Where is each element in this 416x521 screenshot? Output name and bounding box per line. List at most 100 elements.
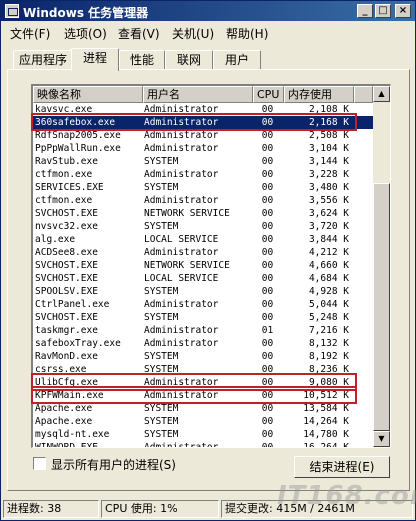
process-row[interactable]: SPOOLSV.EXE SYSTEM 00 4,928 K [33,285,373,298]
process-memory: 3,624 K [308,208,349,219]
title-bar[interactable]: Windows 任务管理器 _ □ × [1,1,415,21]
process-memory: 16,264 K [303,442,349,448]
process-rows: kavsvc.exe Administrator 00 2,108 K 360safeb… [33,103,373,448]
close-button[interactable]: × [395,4,411,18]
scroll-thumb[interactable] [373,183,390,431]
process-user: Administrator [144,442,219,448]
process-user: SYSTEM [144,312,179,323]
process-cpu: 00 [261,104,274,115]
process-memory: 2,108 K [308,104,349,115]
process-name: KPFWMain.exe [35,390,104,401]
process-row[interactable]: RdfSnap2005.exe Administrator 00 2,508 K [33,129,373,142]
menu-options[interactable]: 选项(O) [64,25,107,42]
process-cpu: 00 [261,351,274,362]
process-memory: 5,248 K [308,312,349,323]
process-cpu: 00 [261,169,274,180]
process-row[interactable]: Apache.exe SYSTEM 00 13,584 K [33,402,373,415]
process-row[interactable]: ACDSee8.exe Administrator 00 4,212 K [33,246,373,259]
process-user: Administrator [144,247,219,258]
process-cpu: 00 [261,416,274,427]
process-row[interactable]: RavStub.exe SYSTEM 00 3,144 K [33,155,373,168]
process-row[interactable]: SVCHOST.EXE NETWORK SERVICE 00 3,624 K [33,207,373,220]
process-user: LOCAL SERVICE [144,273,219,284]
process-user: Administrator [144,104,219,115]
process-name: Apache.exe [35,416,93,427]
process-user: Administrator [144,143,219,154]
process-row[interactable]: UlibCfg.exe Administrator 00 9,080 K [33,376,373,389]
process-memory: 3,720 K [308,221,349,232]
process-memory: 3,844 K [308,234,349,245]
process-user: SYSTEM [144,286,179,297]
process-name: taskmgr.exe [35,325,98,336]
process-memory: 8,192 K [308,351,349,362]
process-row[interactable]: ctfmon.exe Administrator 00 3,556 K [33,194,373,207]
process-row[interactable]: csrss.exe SYSTEM 00 8,236 K [33,363,373,376]
tab-performance[interactable]: 性能 [119,50,165,70]
menu-file[interactable]: 文件(F) [10,25,50,42]
process-memory: 3,228 K [308,169,349,180]
process-row[interactable]: alg.exe LOCAL SERVICE 00 3,844 K [33,233,373,246]
process-name: SVCHOST.EXE [35,208,98,219]
process-row[interactable]: RavMonD.exe SYSTEM 00 8,192 K [33,350,373,363]
process-row[interactable]: PpPpWallRun.exe Administrator 00 3,104 K [33,142,373,155]
process-row[interactable]: KPFWMain.exe Administrator 00 10,512 K [33,389,373,402]
show-all-users-checkbox[interactable] [33,457,46,470]
end-process-button[interactable]: 结束进程(E) [294,456,390,478]
process-user: SYSTEM [144,182,179,193]
process-user: Administrator [144,130,219,141]
process-row[interactable]: SVCHOST.EXE SYSTEM 00 5,248 K [33,311,373,324]
process-memory: 10,512 K [303,390,349,401]
column-cpu[interactable]: CPU [253,86,284,103]
process-cpu: 00 [261,182,274,193]
status-cpu-usage: CPU 使用: 1% [101,500,219,518]
column-user-name[interactable]: 用户名 [143,86,253,103]
process-cpu: 01 [261,325,274,336]
tab-users[interactable]: 用户 [213,50,261,70]
process-memory: 8,132 K [308,338,349,349]
menu-view[interactable]: 查看(V) [118,25,160,42]
process-list-header: 映像名称 用户名 CPU 内存使用 [33,86,373,103]
menu-shutdown[interactable]: 关机(U) [172,25,214,42]
maximize-button[interactable]: □ [375,4,391,18]
show-all-users-label[interactable]: 显示所有用户的进程(S) [51,456,176,473]
process-row[interactable]: mysqld-nt.exe SYSTEM 00 14,780 K [33,428,373,441]
process-memory: 3,556 K [308,195,349,206]
column-image-name[interactable]: 映像名称 [33,86,143,103]
process-name: SVCHOST.EXE [35,312,98,323]
scroll-up-arrow-icon[interactable]: ▲ [373,86,390,102]
process-user: SYSTEM [144,403,179,414]
process-cpu: 00 [261,286,274,297]
process-row[interactable]: SVCHOST.EXE NETWORK SERVICE 00 4,660 K [33,259,373,272]
process-row[interactable]: SERVICES.EXE SYSTEM 00 3,480 K [33,181,373,194]
process-row[interactable]: nvsvc32.exe SYSTEM 00 3,720 K [33,220,373,233]
process-row[interactable]: taskmgr.exe Administrator 01 7,216 K [33,324,373,337]
minimize-button[interactable]: _ [357,4,373,18]
process-list[interactable]: 映像名称 用户名 CPU 内存使用 kavsvc.exe Administrato… [31,84,391,448]
process-cpu: 00 [261,273,274,284]
process-row[interactable]: Apache.exe SYSTEM 00 14,264 K [33,415,373,428]
process-row[interactable]: safeboxTray.exe Administrator 00 8,132 K [33,337,373,350]
process-row[interactable]: ctfmon.exe Administrator 00 3,228 K [33,168,373,181]
process-cpu: 00 [261,117,274,128]
tab-networking[interactable]: 联网 [165,50,213,70]
scroll-down-arrow-icon[interactable]: ▼ [373,431,390,447]
process-memory: 2,508 K [308,130,349,141]
vertical-scrollbar[interactable]: ▲ ▼ [373,86,390,447]
window-title: Windows 任务管理器 [23,6,149,20]
process-row[interactable]: SVCHOST.EXE LOCAL SERVICE 00 4,684 K [33,272,373,285]
tab-processes[interactable]: 进程 [71,48,119,71]
process-memory: 3,480 K [308,182,349,193]
process-cpu: 00 [261,429,274,440]
process-cpu: 00 [261,143,274,154]
process-cpu: 00 [261,442,274,448]
process-user: NETWORK SERVICE [144,208,230,219]
tab-applications[interactable]: 应用程序 [13,50,73,70]
process-row[interactable]: kavsvc.exe Administrator 00 2,108 K [33,103,373,116]
process-row[interactable]: 360safebox.exe Administrator 00 2,168 K [33,116,373,129]
menu-help[interactable]: 帮助(H) [226,25,268,42]
process-row[interactable]: CtrlPanel.exe Administrator 00 5,044 K [33,298,373,311]
column-memory[interactable]: 内存使用 [284,86,354,103]
process-user: Administrator [144,169,219,180]
process-row[interactable]: WINWORD.EXE Administrator 00 16,264 K [33,441,373,448]
process-memory: 7,216 K [308,325,349,336]
